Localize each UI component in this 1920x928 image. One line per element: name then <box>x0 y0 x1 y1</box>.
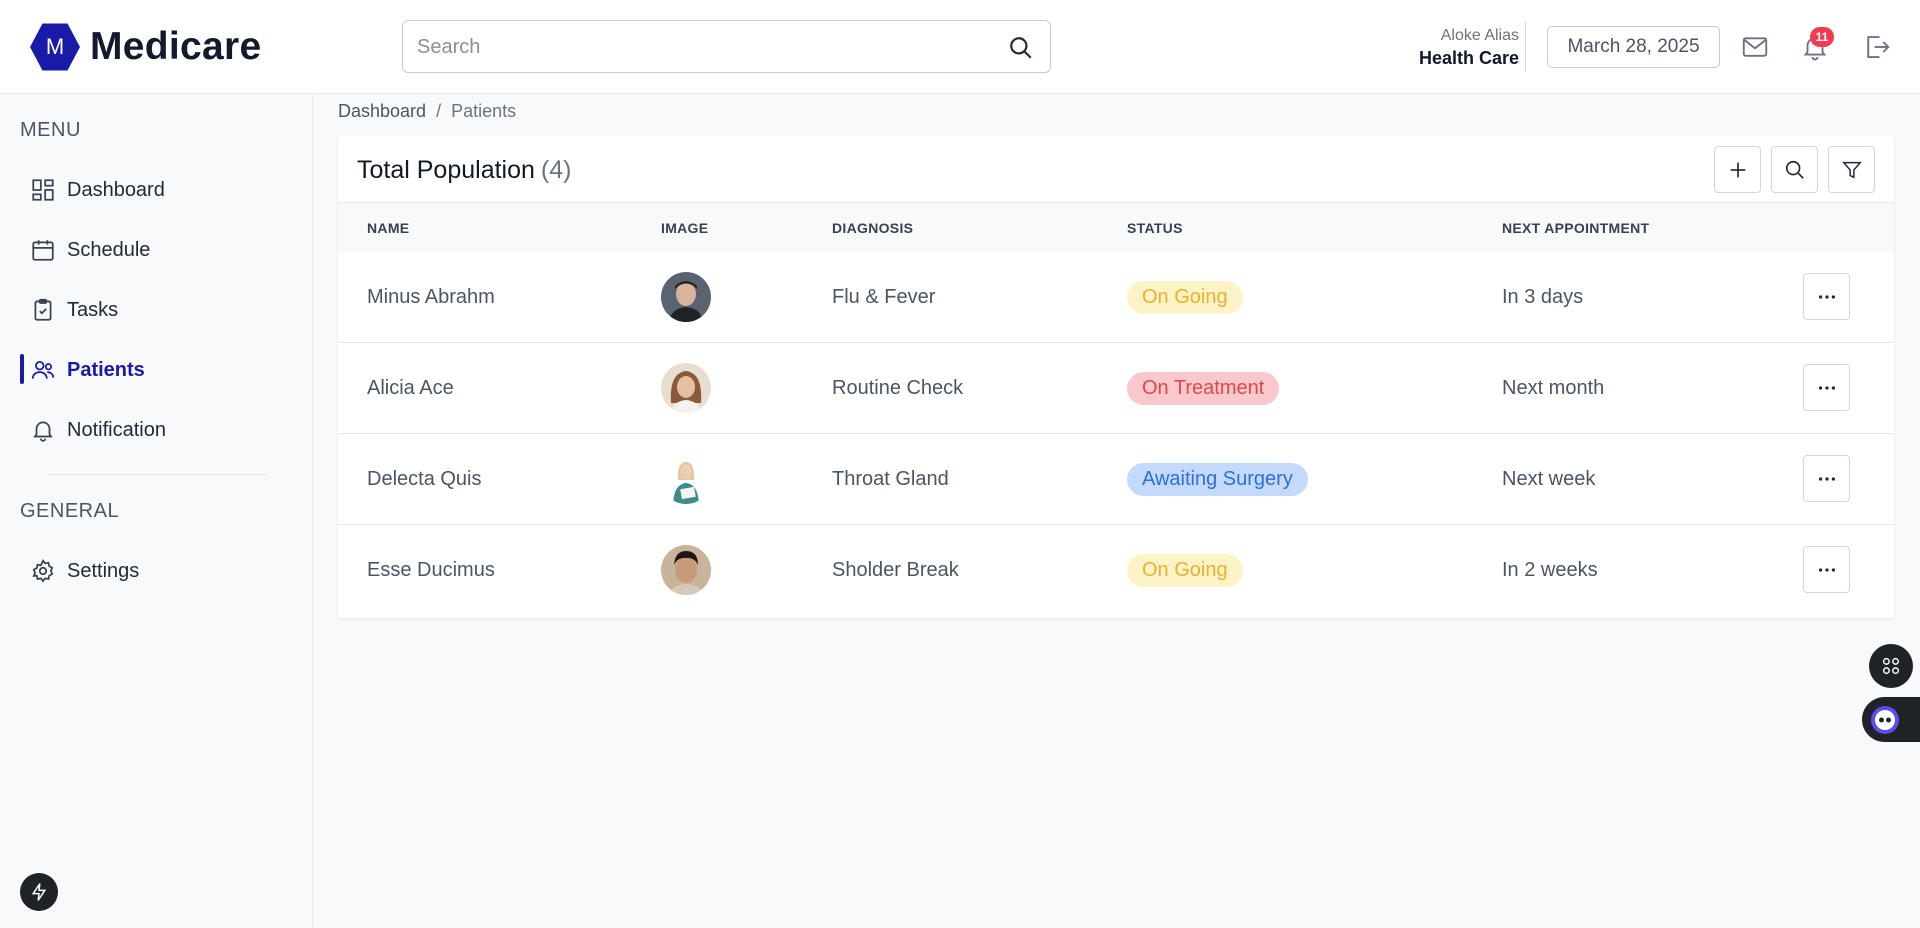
sidebar-item-tasks[interactable]: Tasks <box>20 290 290 330</box>
sidebar-item-notification[interactable]: Notification <box>20 410 290 450</box>
sidebar-item-label: Notification <box>67 418 166 441</box>
sidebar-item-label: Schedule <box>67 238 151 261</box>
top-header: M Medicare Aloke Alias Health Care March… <box>0 0 1920 94</box>
app-name[interactable]: Medicare <box>90 24 261 70</box>
table-header: NAME IMAGE DIAGNOSIS STATUS NEXT APPOINT… <box>338 202 1894 252</box>
lightning-icon <box>31 883 47 901</box>
row-actions-button[interactable] <box>1803 455 1850 502</box>
sidebar-item-schedule[interactable]: Schedule <box>20 230 290 270</box>
status-badge: On Going <box>1127 554 1243 587</box>
sidebar-item-label: Settings <box>67 559 140 582</box>
bell-icon <box>30 417 56 443</box>
patient-name: Esse Ducimus <box>367 559 495 581</box>
users-icon <box>30 357 56 383</box>
table-row[interactable]: Alicia Ace Routine Check On Treatment Ne… <box>338 343 1894 434</box>
panel-count: (4) <box>540 156 572 184</box>
column-header-status[interactable]: STATUS <box>1127 220 1183 236</box>
notification-count-badge: 11 <box>1810 27 1834 47</box>
diagnosis: Sholder Break <box>832 559 959 581</box>
mail-icon[interactable] <box>1740 32 1770 62</box>
sidebar-item-dashboard[interactable]: Dashboard <box>20 170 290 210</box>
assistant-icon <box>1871 705 1899 734</box>
status-badge: On Going <box>1127 281 1243 314</box>
breadcrumb: Dashboard / Patients <box>338 101 516 122</box>
filter-button[interactable] <box>1828 146 1875 193</box>
panel-title-text: Total Population <box>357 156 535 184</box>
dashboard-icon <box>30 177 56 203</box>
patient-name: Alicia Ace <box>367 377 454 399</box>
menu-section-title: MENU <box>20 119 81 141</box>
more-horizontal-icon <box>1818 385 1835 390</box>
column-header-diagnosis[interactable]: DIAGNOSIS <box>832 220 913 236</box>
sidebar-item-patients[interactable]: Patients <box>20 350 290 390</box>
filter-icon <box>1841 161 1862 179</box>
page-title: Total Population (4) <box>357 154 571 186</box>
status-badge: Awaiting Surgery <box>1127 463 1308 496</box>
clipboard-icon <box>30 297 56 323</box>
sidebar-item-settings[interactable]: Settings <box>20 551 290 591</box>
patients-panel: Total Population (4) NAME IMAGE DIAGNOSIS… <box>338 136 1894 618</box>
diagnosis: Flu & Fever <box>832 286 936 308</box>
sidebar-item-label: Tasks <box>67 298 119 321</box>
sidebar-divider <box>48 474 266 475</box>
more-horizontal-icon <box>1818 476 1835 481</box>
next-appointment: Next month <box>1502 377 1605 399</box>
sidebar-item-label: Dashboard <box>67 178 165 201</box>
breadcrumb-dashboard[interactable]: Dashboard <box>338 101 426 122</box>
table-row[interactable]: Esse Ducimus Sholder Break On Going In 2… <box>338 525 1894 616</box>
patient-avatar <box>661 363 711 413</box>
user-name: Aloke Alias <box>1440 27 1519 44</box>
row-actions-button[interactable] <box>1803 364 1850 411</box>
patient-name: Delecta Quis <box>367 468 482 490</box>
grid-icon <box>1882 657 1900 675</box>
patient-avatar <box>661 272 711 322</box>
next-appointment: In 2 weeks <box>1502 559 1598 581</box>
search-patients-button[interactable] <box>1771 146 1818 193</box>
diagnosis: Throat Gland <box>832 468 949 490</box>
sidebar-item-label: Patients <box>67 358 145 381</box>
patient-name: Minus Abrahm <box>367 286 495 308</box>
row-actions-button[interactable] <box>1803 273 1850 320</box>
breadcrumb-current: Patients <box>451 101 517 121</box>
row-actions-button[interactable] <box>1803 546 1850 593</box>
table-row[interactable]: Minus Abrahm Flu & Fever On Going In 3 d… <box>338 252 1894 343</box>
gear-icon <box>30 558 56 584</box>
more-horizontal-icon <box>1818 294 1835 299</box>
status-badge: On Treatment <box>1127 372 1280 405</box>
next-appointment: Next week <box>1502 468 1596 490</box>
calendar-icon <box>30 237 56 263</box>
user-organization: Health Care <box>1418 48 1519 68</box>
next-appointment: In 3 days <box>1502 286 1584 308</box>
more-horizontal-icon <box>1818 567 1835 572</box>
plus-icon <box>1730 162 1745 177</box>
breadcrumb-separator: / <box>436 101 442 121</box>
patient-avatar <box>661 545 711 595</box>
assistant-chat-button[interactable] <box>1862 697 1920 742</box>
column-header-next-appointment[interactable]: NEXT APPOINTMENT <box>1502 220 1649 236</box>
diagnosis: Routine Check <box>832 377 964 399</box>
apps-launcher-button[interactable] <box>1869 644 1913 688</box>
user-info[interactable]: Aloke Alias Health Care <box>1419 24 1519 70</box>
add-patient-button[interactable] <box>1714 146 1761 193</box>
logo-icon[interactable]: M <box>30 23 80 71</box>
quick-action-button[interactable] <box>20 873 58 911</box>
search-input[interactable] <box>417 31 977 63</box>
search-icon <box>1785 160 1804 179</box>
search-box <box>402 20 1051 73</box>
sidebar: MENU Dashboard Schedule Tasks Patients N… <box>0 95 313 928</box>
general-section-title: GENERAL <box>20 500 120 522</box>
date-display[interactable]: March 28, 2025 <box>1547 26 1720 68</box>
column-header-name[interactable]: NAME <box>367 220 409 236</box>
header-divider <box>1525 22 1526 72</box>
patient-avatar <box>661 454 711 504</box>
column-header-image: IMAGE <box>661 220 709 236</box>
search-icon[interactable] <box>1008 35 1034 61</box>
table-row[interactable]: Delecta Quis Throat Gland Awaiting Surge… <box>338 434 1894 525</box>
logo-letter: M <box>45 34 65 59</box>
logout-icon[interactable] <box>1862 32 1892 62</box>
